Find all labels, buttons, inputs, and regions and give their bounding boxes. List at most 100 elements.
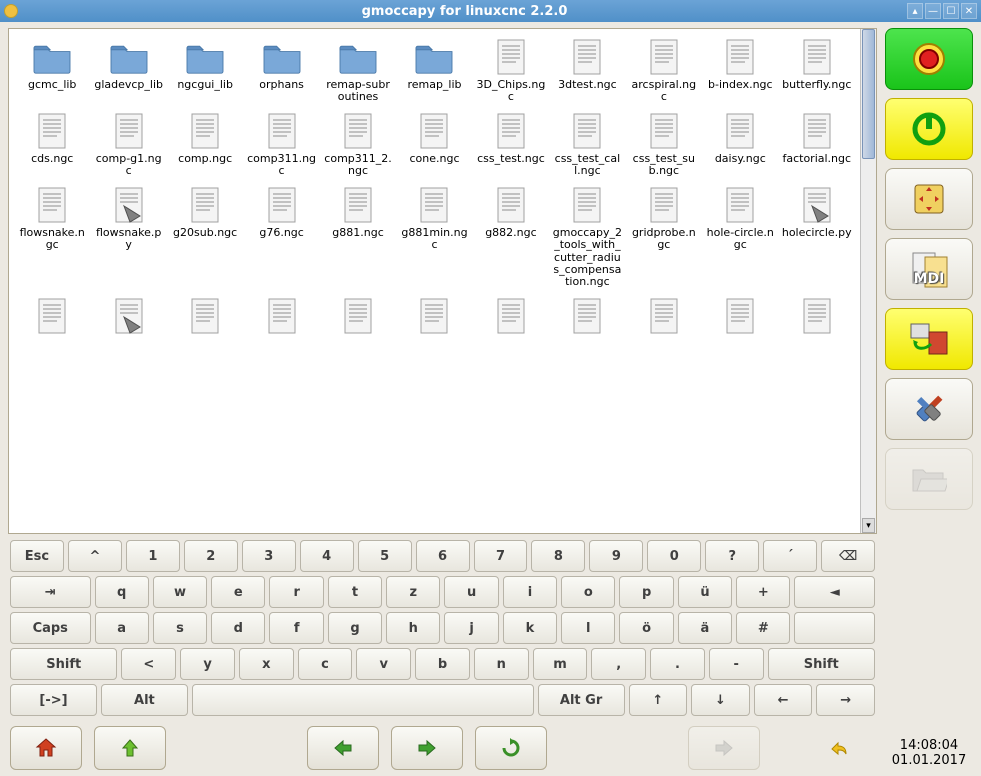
- kb-key[interactable]: ^: [68, 540, 122, 572]
- kb-key[interactable]: a: [95, 612, 149, 644]
- kb-key[interactable]: Caps: [10, 612, 91, 644]
- power-button[interactable]: [885, 98, 973, 160]
- kb-key[interactable]: k: [503, 612, 557, 644]
- kb-key[interactable]: Esc: [10, 540, 64, 572]
- forward-button[interactable]: [391, 726, 463, 770]
- kb-key[interactable]: -: [709, 648, 764, 680]
- folder-item[interactable]: orphans: [244, 35, 318, 105]
- kb-key[interactable]: 4: [300, 540, 354, 572]
- file-item[interactable]: gmoccapy_2_tools_with_cutter_radius_comp…: [550, 183, 624, 289]
- scroll-thumb[interactable]: [862, 29, 875, 159]
- kb-key[interactable]: #: [736, 612, 790, 644]
- kb-key[interactable]: ü: [678, 576, 732, 608]
- kb-key[interactable]: .: [650, 648, 705, 680]
- settings-button[interactable]: [885, 378, 973, 440]
- kb-key[interactable]: e: [211, 576, 265, 608]
- kb-key[interactable]: ?: [705, 540, 759, 572]
- kb-key[interactable]: 5: [358, 540, 412, 572]
- file-item[interactable]: [474, 294, 548, 340]
- file-item[interactable]: g881.ngc: [321, 183, 395, 289]
- maximize-button[interactable]: ☐: [943, 3, 959, 19]
- file-item[interactable]: daisy.ngc: [703, 109, 777, 179]
- kb-key[interactable]: →: [816, 684, 875, 716]
- kb-key[interactable]: [794, 612, 875, 644]
- file-item[interactable]: [780, 294, 854, 340]
- folder-item[interactable]: gcmc_lib: [15, 35, 89, 105]
- file-item[interactable]: [168, 294, 242, 340]
- file-item[interactable]: flowsnake.py: [91, 183, 165, 289]
- file-item[interactable]: b-index.ngc: [703, 35, 777, 105]
- file-item[interactable]: arcspiral.ngc: [627, 35, 701, 105]
- kb-key[interactable]: 6: [416, 540, 470, 572]
- mdi-mode-button[interactable]: MDI: [885, 238, 973, 300]
- kb-key[interactable]: t: [328, 576, 382, 608]
- estop-button[interactable]: [885, 28, 973, 90]
- kb-key[interactable]: h: [386, 612, 440, 644]
- kb-key[interactable]: i: [503, 576, 557, 608]
- home-button[interactable]: [10, 726, 82, 770]
- kb-key[interactable]: j: [444, 612, 498, 644]
- kb-key[interactable]: d: [211, 612, 265, 644]
- kb-key[interactable]: 7: [474, 540, 528, 572]
- file-item[interactable]: [703, 294, 777, 340]
- file-item[interactable]: css_test_call.ngc: [550, 109, 624, 179]
- kb-key[interactable]: ä: [678, 612, 732, 644]
- file-item[interactable]: [244, 294, 318, 340]
- kb-key[interactable]: Alt: [101, 684, 188, 716]
- kb-key[interactable]: ↓: [691, 684, 750, 716]
- dir-up-button[interactable]: [94, 726, 166, 770]
- file-item[interactable]: [627, 294, 701, 340]
- folder-item[interactable]: ngcgui_lib: [168, 35, 242, 105]
- file-item[interactable]: g882.ngc: [474, 183, 548, 289]
- folder-item[interactable]: gladevcp_lib: [91, 35, 165, 105]
- kb-key[interactable]: b: [415, 648, 470, 680]
- folder-item[interactable]: remap-subroutines: [321, 35, 395, 105]
- file-item[interactable]: g20sub.ngc: [168, 183, 242, 289]
- kb-key[interactable]: ←: [754, 684, 813, 716]
- folder-item[interactable]: remap_lib: [397, 35, 471, 105]
- kb-key[interactable]: 1: [126, 540, 180, 572]
- auto-mode-button[interactable]: [885, 308, 973, 370]
- kb-key[interactable]: f: [269, 612, 323, 644]
- back-button[interactable]: [307, 726, 379, 770]
- file-item[interactable]: [397, 294, 471, 340]
- kb-key[interactable]: Alt Gr: [538, 684, 625, 716]
- reload-button[interactable]: [475, 726, 547, 770]
- kb-key[interactable]: c: [298, 648, 353, 680]
- undo-button[interactable]: [803, 726, 875, 770]
- kb-key[interactable]: q: [95, 576, 149, 608]
- file-item[interactable]: comp.ngc: [168, 109, 242, 179]
- kb-key[interactable]: ö: [619, 612, 673, 644]
- close-button[interactable]: ✕: [961, 3, 977, 19]
- file-item[interactable]: 3dtest.ngc: [550, 35, 624, 105]
- jog-mode-button[interactable]: [885, 168, 973, 230]
- kb-key[interactable]: ´: [763, 540, 817, 572]
- kb-key[interactable]: p: [619, 576, 673, 608]
- kb-key[interactable]: m: [533, 648, 588, 680]
- file-item[interactable]: cone.ngc: [397, 109, 471, 179]
- kb-key[interactable]: Shift: [10, 648, 117, 680]
- file-item[interactable]: css_test_sub.ngc: [627, 109, 701, 179]
- kb-key[interactable]: v: [356, 648, 411, 680]
- kb-key[interactable]: 0: [647, 540, 701, 572]
- scrollbar[interactable]: ▾: [860, 29, 876, 533]
- kb-key[interactable]: l: [561, 612, 615, 644]
- file-item[interactable]: hole-circle.ngc: [703, 183, 777, 289]
- file-item[interactable]: butterfly.ngc: [780, 35, 854, 105]
- file-item[interactable]: g76.ngc: [244, 183, 318, 289]
- scroll-down-button[interactable]: ▾: [862, 518, 875, 533]
- kb-key[interactable]: ⇥: [10, 576, 91, 608]
- kb-key[interactable]: ,: [591, 648, 646, 680]
- kb-key[interactable]: Shift: [768, 648, 875, 680]
- file-item[interactable]: holecircle.py: [780, 183, 854, 289]
- kb-key[interactable]: n: [474, 648, 529, 680]
- file-item[interactable]: g881min.ngc: [397, 183, 471, 289]
- file-item[interactable]: factorial.ngc: [780, 109, 854, 179]
- file-item[interactable]: comp311.ngc: [244, 109, 318, 179]
- kb-key[interactable]: [->]: [10, 684, 97, 716]
- file-item[interactable]: [550, 294, 624, 340]
- file-item[interactable]: [91, 294, 165, 340]
- kb-key[interactable]: ⌫: [821, 540, 875, 572]
- kb-key[interactable]: <: [121, 648, 176, 680]
- file-item[interactable]: css_test.ngc: [474, 109, 548, 179]
